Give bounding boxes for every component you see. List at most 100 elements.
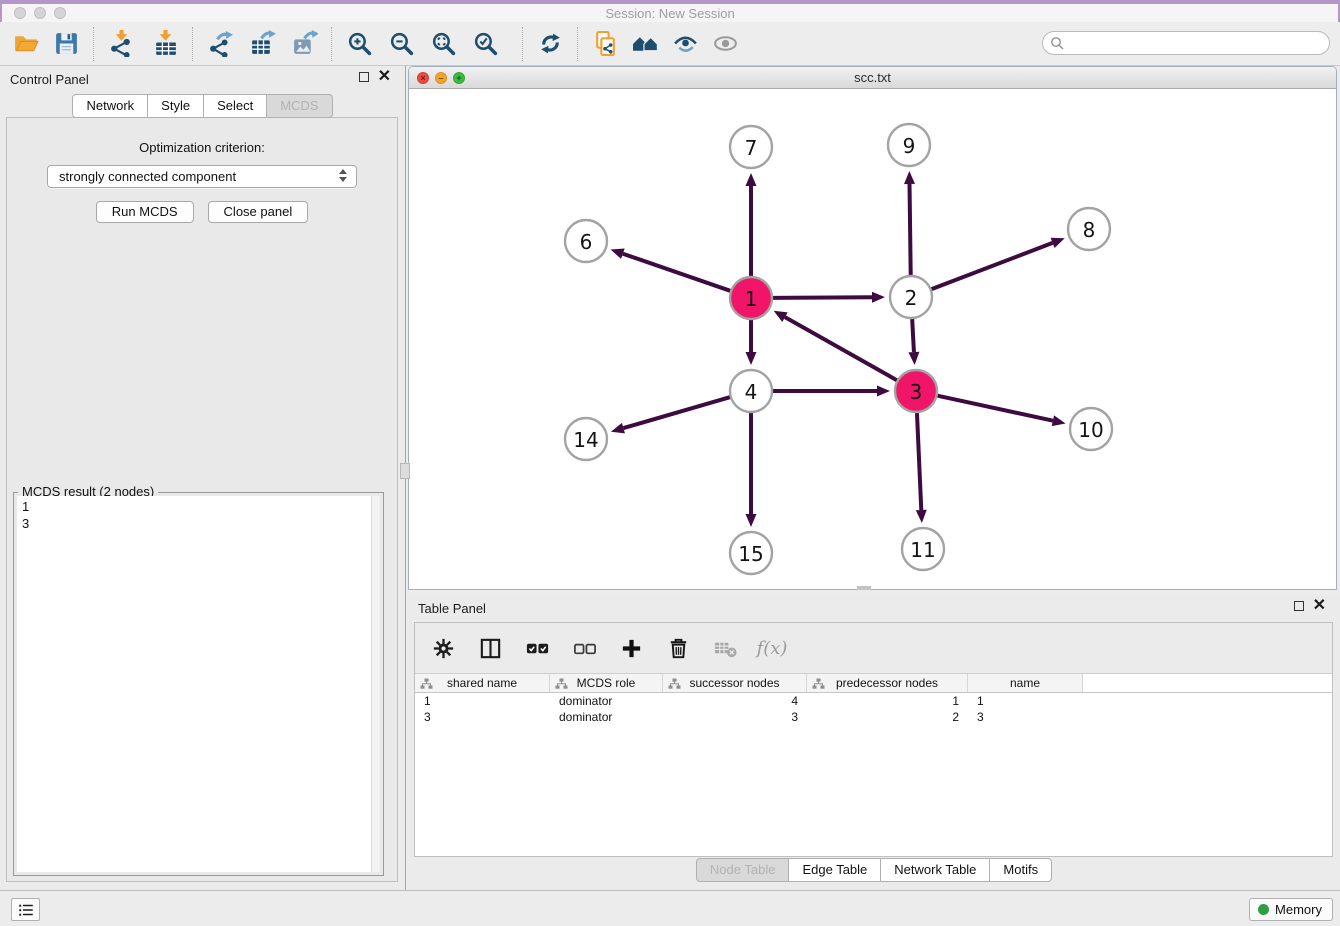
float-panel-icon[interactable] xyxy=(359,72,369,82)
search-input[interactable] xyxy=(1042,31,1330,55)
zoom-in-button[interactable] xyxy=(343,27,375,61)
show-all-button[interactable] xyxy=(709,27,741,61)
close-table-panel-icon[interactable]: ✕ xyxy=(1313,600,1326,612)
import-network-button[interactable] xyxy=(105,27,137,61)
graph-node-label-4: 4 xyxy=(745,380,758,404)
status-bar: Memory xyxy=(0,890,1340,926)
column-view-button[interactable] xyxy=(476,633,504,663)
delete-column-button[interactable] xyxy=(664,633,692,663)
control-panel-title: Control Panel xyxy=(10,72,89,87)
function-builder-button[interactable]: f(x) xyxy=(758,633,786,663)
graph-edge-3-11[interactable] xyxy=(917,413,921,510)
refresh-icon xyxy=(537,30,564,57)
tab-network-table[interactable]: Network Table xyxy=(881,858,990,882)
export-network-icon xyxy=(207,30,234,57)
task-history-button[interactable] xyxy=(11,898,40,921)
zoom-fit-icon xyxy=(430,30,457,57)
export-table-icon xyxy=(249,30,276,57)
column-header-predecessor-nodes[interactable]: predecessor nodes xyxy=(807,674,968,692)
graph-edge-1-6[interactable] xyxy=(623,254,730,291)
import-table-button[interactable] xyxy=(149,27,181,61)
toolbar-separator xyxy=(577,27,578,61)
graph-node-label-15: 15 xyxy=(738,542,763,566)
save-session-button[interactable] xyxy=(50,27,82,61)
table-row[interactable]: 3dominator323 xyxy=(415,709,1332,725)
tab-motifs[interactable]: Motifs xyxy=(990,858,1052,882)
tab-node-table[interactable]: Node Table xyxy=(696,858,790,882)
list-icon xyxy=(17,901,35,919)
network-view-window: × – + scc.txt 7968124314101511 xyxy=(408,66,1337,590)
graph-edge-arrowhead xyxy=(746,352,757,365)
network-canvas[interactable]: 7968124314101511 xyxy=(409,89,1336,589)
graph-node-label-6: 6 xyxy=(580,230,593,254)
fx-icon: f(x) xyxy=(757,638,788,659)
graph-edge-arrowhead xyxy=(746,514,757,527)
graph-edge-2-9[interactable] xyxy=(910,184,911,275)
gear-icon xyxy=(431,636,456,661)
delete-table-icon xyxy=(713,636,738,661)
result-scrollbar[interactable] xyxy=(371,496,380,872)
close-panel-icon[interactable]: ✕ xyxy=(378,71,391,83)
home-button[interactable] xyxy=(629,27,661,61)
graph-edge-arrowhead xyxy=(1052,415,1066,426)
checked-boxes-icon xyxy=(525,636,550,661)
memory-button[interactable]: Memory xyxy=(1249,898,1333,921)
graph-edge-arrowhead xyxy=(611,423,625,434)
run-mcds-button[interactable]: Run MCDS xyxy=(96,201,194,223)
column-tree-icon xyxy=(812,678,825,690)
zoom-fit-button[interactable] xyxy=(427,27,459,61)
close-panel-button[interactable]: Close panel xyxy=(208,201,309,223)
table-row[interactable]: 1dominator411 xyxy=(415,693,1332,709)
open-folder-icon xyxy=(13,30,40,57)
column-header-shared-name[interactable]: shared name xyxy=(415,674,550,692)
graph-edge-2-8[interactable] xyxy=(932,243,1053,289)
zoom-selected-button[interactable] xyxy=(469,27,501,61)
zoom-out-button[interactable] xyxy=(385,27,417,61)
export-image-button[interactable] xyxy=(288,27,320,61)
tab-network[interactable]: Network xyxy=(72,94,148,118)
control-panel-tabs: Network Style Select MCDS xyxy=(0,94,405,118)
graph-edge-4-14[interactable] xyxy=(623,397,729,428)
column-tree-icon xyxy=(668,678,681,690)
tab-style[interactable]: Style xyxy=(148,94,204,118)
graph-edge-arrowhead xyxy=(908,352,919,365)
open-session-button[interactable] xyxy=(10,27,42,61)
tab-select[interactable]: Select xyxy=(204,94,267,118)
graph-edge-1-2[interactable] xyxy=(773,297,872,298)
network-window-titlebar[interactable]: × – + scc.txt xyxy=(409,67,1336,89)
optimization-criterion-dropdown[interactable]: strongly connected component xyxy=(47,165,357,188)
graph-edge-2-3[interactable] xyxy=(912,319,914,352)
panel-splitter-handle[interactable] xyxy=(400,463,410,479)
column-tree-icon xyxy=(555,678,568,690)
control-panel-titlebar: Control Panel ✕ xyxy=(0,66,405,94)
float-table-panel-icon[interactable] xyxy=(1294,601,1304,611)
trash-icon xyxy=(666,636,691,661)
column-header-MCDS-role[interactable]: MCDS role xyxy=(550,674,663,692)
table-settings-button[interactable] xyxy=(429,633,457,663)
export-network-button[interactable] xyxy=(204,27,236,61)
tab-mcds[interactable]: MCDS xyxy=(267,94,332,118)
graph-edge-3-10[interactable] xyxy=(937,396,1052,421)
search-icon xyxy=(1050,36,1064,50)
add-column-button[interactable] xyxy=(617,633,645,663)
column-header-successor-nodes[interactable]: successor nodes xyxy=(663,674,807,692)
select-all-columns-button[interactable] xyxy=(523,633,551,663)
column-header-name[interactable]: name xyxy=(968,674,1083,692)
export-table-button[interactable] xyxy=(246,27,278,61)
app-title: Session: New Session xyxy=(2,6,1338,21)
table-panel-titlebar: Table Panel ✕ xyxy=(408,595,1340,623)
node-table: shared nameMCDS rolesuccessor nodesprede… xyxy=(415,673,1332,856)
graph-node-label-2: 2 xyxy=(905,286,918,310)
clone-network-button[interactable] xyxy=(589,27,621,61)
delete-table-button[interactable] xyxy=(711,633,739,663)
tab-edge-table[interactable]: Edge Table xyxy=(789,858,881,882)
graph-edge-arrowhead xyxy=(872,292,885,303)
hide-selected-button[interactable] xyxy=(669,27,701,61)
mcds-result-box[interactable]: 1 3 xyxy=(17,496,380,872)
graph-edge-3-1[interactable] xyxy=(785,317,897,380)
network-resize-handle[interactable] xyxy=(857,586,871,590)
deselect-all-columns-button[interactable] xyxy=(570,633,598,663)
unchecked-boxes-icon xyxy=(572,636,597,661)
refresh-layout-button[interactable] xyxy=(534,27,566,61)
search-field-wrap xyxy=(1042,31,1330,55)
